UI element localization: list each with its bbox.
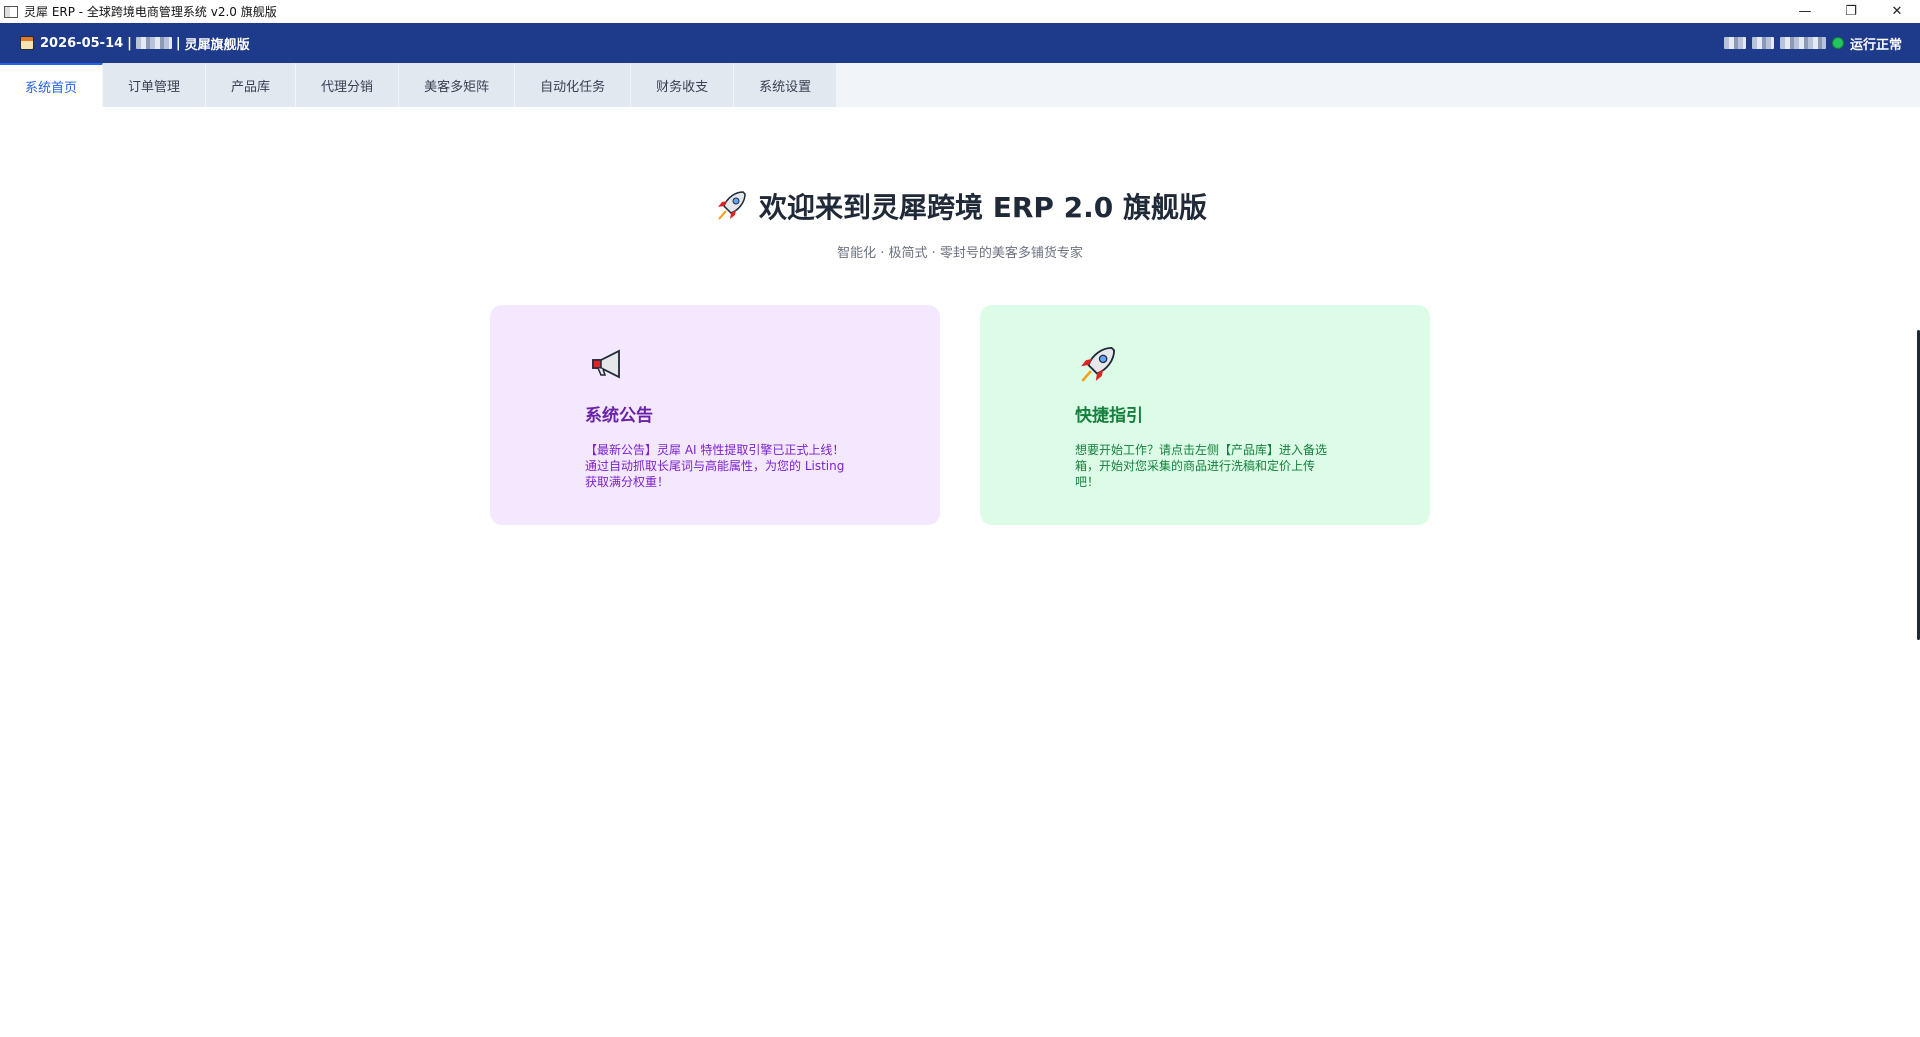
guide-title: 快捷指引 [1075,406,1143,426]
notice-text: 【最新公告】灵犀 AI 特性提取引擎已正式上线！通过自动抓取长尾词与高能属性，为… [585,443,845,489]
tab-settings[interactable]: 系统设置 [734,63,838,107]
redacted-info-3 [1779,37,1826,49]
run-status: 运行正常 [1849,37,1902,53]
tab-agent-distribution[interactable]: 代理分销 [296,63,400,107]
redacted-info-1 [1723,37,1746,49]
tab-mercado-matrix[interactable]: 美客多矩阵 [399,63,516,107]
status-ok-icon [1831,37,1844,49]
rocket-icon [1081,346,1116,382]
tab-automation[interactable]: 自动化任务 [515,63,632,107]
status-separator: | [127,35,132,51]
minimize-button[interactable]: — [1782,0,1828,23]
tab-products[interactable]: 产品库 [206,63,297,107]
hero-title: 欢迎来到灵犀跨境 ERP 2.0 旗舰版 [758,191,1208,224]
hero-subtitle: 智能化 · 极简式 · 零封号的美客多铺货专家 [837,246,1083,261]
redacted-info-2 [1751,37,1774,49]
tab-finance[interactable]: 财务收支 [631,63,735,107]
status-bar: 2026-05-14 | | 灵犀旗舰版 运行正常 [0,23,1920,63]
status-separator-2: | [175,35,181,51]
status-edition: 灵犀旗舰版 [184,37,250,53]
app-icon [4,5,18,18]
notice-title: 系统公告 [585,406,653,426]
status-date: 2026-05-14 [40,35,124,51]
tab-orders[interactable]: 订单管理 [103,63,207,107]
close-button[interactable]: ✕ [1874,0,1920,23]
window-titlebar: 灵犀 ERP - 全球跨境电商管理系统 v2.0 旗舰版 — ❐ ✕ [0,0,1920,23]
main-tabs: 系统首页 订单管理 产品库 代理分销 美客多矩阵 自动化任务 财务收支 系统设置 [0,63,1920,107]
notice-card: 系统公告 【最新公告】灵犀 AI 特性提取引擎已正式上线！通过自动抓取长尾词与高… [490,305,940,525]
status-left: 2026-05-14 | | 灵犀旗舰版 [20,34,250,53]
megaphone-icon [592,349,620,379]
status-right: 运行正常 [1723,23,1902,63]
welcome-heading: 欢迎来到灵犀跨境 ERP 2.0 旗舰版 [0,186,1920,226]
rocket-icon [717,191,746,220]
guide-text: 想要开始工作？请点击左侧【产品库】进入备选箱，开始对您采集的商品进行洗稿和定价上… [1075,443,1328,489]
restore-button[interactable]: ❐ [1828,0,1874,23]
calendar-icon [20,36,34,50]
tab-home[interactable]: 系统首页 [0,63,104,107]
window-controls: — ❐ ✕ [1782,0,1920,23]
redacted-username [135,37,172,49]
window-title: 灵犀 ERP - 全球跨境电商管理系统 v2.0 旗舰版 [24,5,277,19]
guide-card: 快捷指引 想要开始工作？请点击左侧【产品库】进入备选箱，开始对您采集的商品进行洗… [980,305,1430,525]
